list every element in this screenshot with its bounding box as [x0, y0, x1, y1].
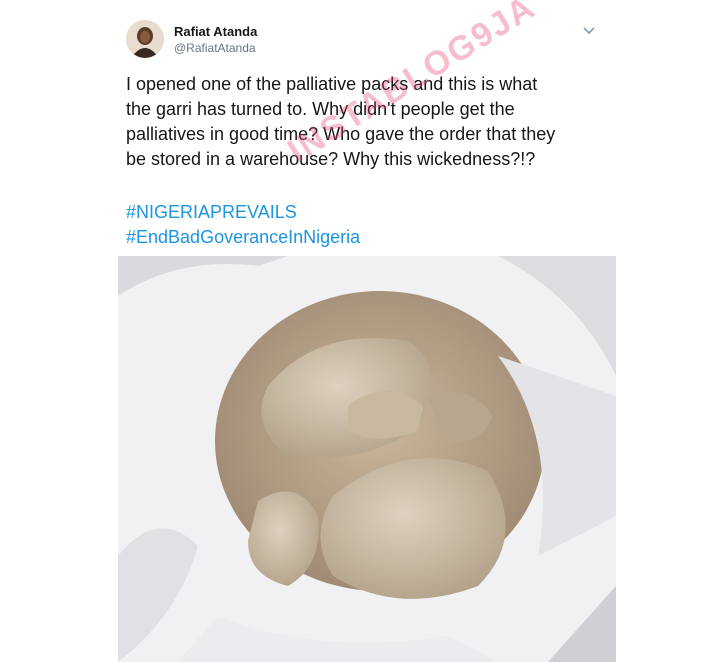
hashtag-link[interactable]: #NIGERIAPREVAILS	[126, 200, 616, 225]
tweet-text-line: I opened one of the palliative packs and…	[126, 74, 538, 94]
tweet-text: I opened one of the palliative packs and…	[126, 72, 616, 172]
hashtag-link[interactable]: #EndBadGoveranceInNigeria	[126, 225, 616, 250]
author-handle[interactable]: @RafiatAtanda	[174, 41, 256, 55]
avatar[interactable]	[126, 20, 164, 58]
tweet-text-line: palliatives in good time? Who gave the o…	[126, 124, 556, 144]
tweet-text-line: be stored in a warehouse? Why this wicke…	[126, 149, 536, 169]
chevron-down-icon[interactable]	[580, 22, 598, 40]
hashtag-list: #NIGERIAPREVAILS #EndBadGoveranceInNiger…	[126, 200, 616, 250]
author-name[interactable]: Rafiat Atanda	[174, 24, 257, 39]
tweet-photo[interactable]	[118, 256, 616, 662]
tweet-card: Rafiat Atanda @RafiatAtanda I opened one…	[0, 0, 720, 662]
tweet-text-line: the garri has turned to. Why didn't peop…	[126, 99, 515, 119]
